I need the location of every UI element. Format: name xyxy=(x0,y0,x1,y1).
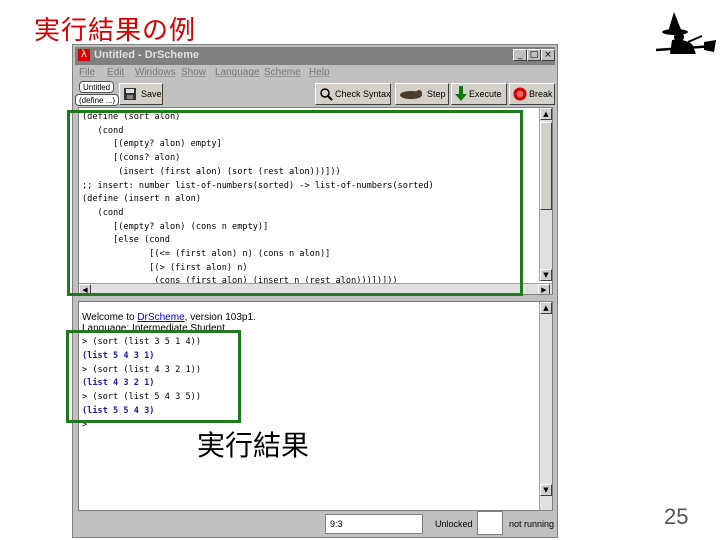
check-syntax-label: Check Syntax xyxy=(335,89,391,99)
menu-scheme[interactable]: Scheme xyxy=(264,67,301,78)
close-button[interactable]: × xyxy=(541,49,555,61)
untitled-button[interactable]: Untitled xyxy=(79,81,115,93)
witch-on-broom-logo xyxy=(655,12,716,54)
check-syntax-button[interactable]: Check Syntax xyxy=(315,83,391,105)
menu-show[interactable]: Show xyxy=(181,67,206,78)
toolbar: Untitled (define ...) Save Check Syntax … xyxy=(73,81,557,109)
scroll-down-button[interactable]: ▼ xyxy=(540,269,552,281)
results-highlight-box xyxy=(66,330,241,423)
magnifier-icon xyxy=(320,88,333,101)
disk-icon xyxy=(124,88,136,100)
maximize-button[interactable]: □ xyxy=(527,49,541,61)
menu-file[interactable]: File xyxy=(79,67,95,78)
drscheme-link[interactable]: DrScheme xyxy=(137,312,184,323)
menu-language[interactable]: Language xyxy=(215,67,260,78)
execute-button[interactable]: Execute xyxy=(451,83,507,105)
step-button[interactable]: Step xyxy=(395,83,449,105)
execute-label: Execute xyxy=(469,89,502,99)
interactions-vertical-scrollbar[interactable]: ▲ ▼ xyxy=(539,302,552,510)
status-indicator xyxy=(477,511,503,535)
page-number: 25 xyxy=(664,504,689,529)
menu-edit[interactable]: Edit xyxy=(107,67,124,78)
title-bar: λ Untitled - DrScheme _ □ × xyxy=(75,47,555,65)
stop-icon xyxy=(513,87,527,101)
welcome-prefix: Welcome to xyxy=(82,312,138,323)
results-caption: 実行結果 xyxy=(197,429,310,462)
definitions-vertical-scrollbar[interactable]: ▲ ▼ xyxy=(539,108,552,281)
interactions-scroll-up-button[interactable]: ▲ xyxy=(540,302,552,314)
running-status: not running xyxy=(509,519,555,529)
scroll-right-button[interactable]: ▶ xyxy=(538,284,550,294)
scroll-up-button[interactable]: ▲ xyxy=(540,108,552,120)
lambda-icon: λ xyxy=(78,49,90,61)
break-label: Break xyxy=(529,89,553,99)
menu-windows[interactable]: Windows xyxy=(135,67,176,78)
cursor-position: 9:3 xyxy=(325,514,423,534)
welcome-suffix: , version 103p1. xyxy=(184,312,256,323)
define-menu-button[interactable]: (define ...) xyxy=(75,94,120,106)
break-button[interactable]: Break xyxy=(509,83,555,105)
definitions-highlight-box xyxy=(67,110,523,296)
welcome-message: Welcome to DrScheme, version 103p1. xyxy=(82,312,256,323)
interactions-scroll-down-button[interactable]: ▼ xyxy=(540,484,552,496)
footprint-icon xyxy=(400,90,422,99)
step-label: Step xyxy=(427,89,446,99)
scroll-thumb[interactable] xyxy=(540,122,552,210)
lock-status[interactable]: Unlocked xyxy=(435,519,473,529)
menu-help[interactable]: Help xyxy=(309,67,330,78)
status-bar: 9:3 Unlocked not running xyxy=(73,511,557,537)
minimize-button[interactable]: _ xyxy=(513,49,527,61)
window-title: Untitled - DrScheme xyxy=(94,49,200,61)
slide-title: 実行結果の例 xyxy=(34,16,197,46)
save-button[interactable]: Save xyxy=(119,83,163,105)
down-arrow-icon xyxy=(455,86,467,101)
save-label: Save xyxy=(141,89,162,99)
